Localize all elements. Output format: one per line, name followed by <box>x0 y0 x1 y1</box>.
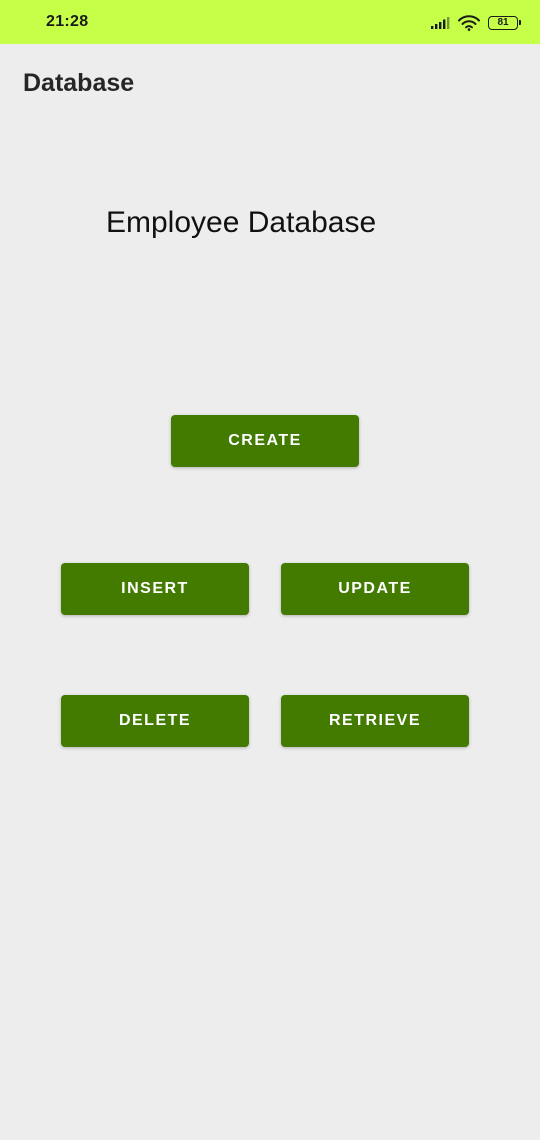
delete-button[interactable]: DELETE <box>61 695 249 747</box>
status-bar: 21:28 81 <box>0 0 540 44</box>
page-heading: Employee Database <box>106 206 377 239</box>
insert-button[interactable]: INSERT <box>61 563 249 615</box>
retrieve-button[interactable]: RETRIEVE <box>281 695 469 747</box>
wifi-icon <box>458 15 480 31</box>
signal-icon <box>431 17 450 29</box>
battery-icon: 81 <box>488 16 521 30</box>
battery-level: 81 <box>497 17 509 28</box>
create-button[interactable]: CREATE <box>171 415 359 467</box>
status-icons: 81 <box>430 13 521 33</box>
app-bar-title: Database <box>23 69 135 97</box>
update-button[interactable]: UPDATE <box>281 563 469 615</box>
status-time: 21:28 <box>46 13 89 30</box>
